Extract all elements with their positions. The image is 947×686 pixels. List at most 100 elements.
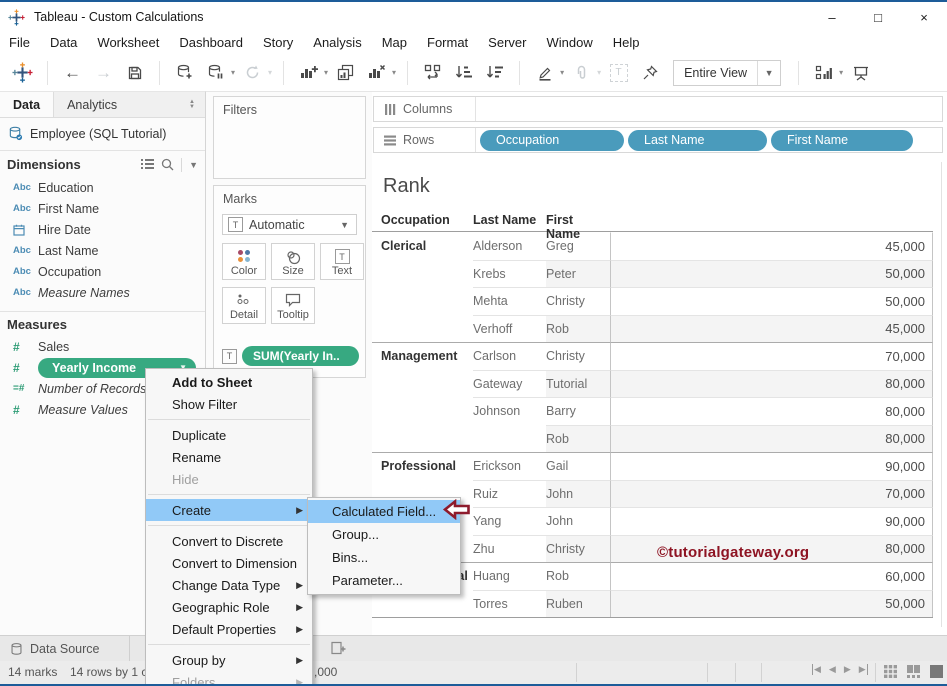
view-as-list-icon[interactable] xyxy=(141,159,154,170)
value-cell[interactable]: 50,000 xyxy=(610,287,933,315)
context-menu-item-default-properties[interactable]: Default Properties▶ xyxy=(146,618,312,640)
menu-format[interactable]: Format xyxy=(417,35,478,50)
previous-page-icon[interactable]: ◀ xyxy=(829,664,836,675)
menu-analysis[interactable]: Analysis xyxy=(303,35,371,50)
pill-last-name[interactable]: Last Name xyxy=(628,130,767,151)
context-menu-item-create[interactable]: Create▶ xyxy=(146,499,312,521)
size-button[interactable]: Size xyxy=(271,243,315,280)
first-page-icon[interactable]: ◀ xyxy=(812,664,821,675)
run-updates-dropdown-icon[interactable]: ▾ xyxy=(268,68,272,77)
show-me-icon[interactable] xyxy=(811,59,836,87)
pane-menu-icon[interactable]: ▼ xyxy=(189,160,198,170)
minimize-button[interactable]: – xyxy=(809,2,855,32)
sort-descending-icon[interactable] xyxy=(482,59,507,87)
swap-panes-icon[interactable]: ▲▼ xyxy=(189,92,205,117)
value-cell[interactable]: 45,000 xyxy=(610,232,933,260)
context-menu-item-convert-to-dimension[interactable]: Convert to Dimension xyxy=(146,552,312,574)
undo-icon[interactable]: ← xyxy=(60,59,85,87)
field-measure-names[interactable]: AbcMeasure Names xyxy=(0,282,205,303)
field-sales[interactable]: #Sales xyxy=(0,336,205,357)
find-field-icon[interactable] xyxy=(161,158,174,171)
field-first-name[interactable]: AbcFirst Name xyxy=(0,198,205,219)
show-mark-labels-icon[interactable]: T xyxy=(606,59,631,87)
data-source-tab[interactable]: Data Source xyxy=(0,636,130,661)
show-filmstrip-icon[interactable] xyxy=(907,665,920,678)
menu-file[interactable]: File xyxy=(0,35,40,50)
highlight-icon[interactable] xyxy=(532,59,557,87)
maximize-button[interactable]: □ xyxy=(855,2,901,32)
encoding-pill[interactable]: SUM(Yearly In.. xyxy=(242,346,359,366)
fit-selector[interactable]: Entire View ▼ xyxy=(673,60,781,86)
context-menu-item-hide[interactable]: Hide xyxy=(146,468,312,490)
clear-sheet-dropdown-icon[interactable]: ▾ xyxy=(392,68,396,77)
tooltip-button[interactable]: Tooltip xyxy=(271,287,315,324)
value-cell[interactable]: 90,000 xyxy=(610,452,933,480)
columns-shelf[interactable]: Columns xyxy=(373,96,943,122)
value-cell[interactable]: 80,000 xyxy=(610,397,933,425)
field-education[interactable]: AbcEducation xyxy=(0,177,205,198)
context-menu-item-convert-to-discrete[interactable]: Convert to Discrete xyxy=(146,530,312,552)
next-page-icon[interactable]: ▶ xyxy=(844,664,851,675)
pause-auto-updates-icon[interactable] xyxy=(203,59,228,87)
fit-selector-caret-icon[interactable]: ▼ xyxy=(757,61,780,85)
last-page-icon[interactable]: ▶ xyxy=(859,664,868,675)
fix-axes-icon[interactable] xyxy=(637,59,662,87)
context-menu-item-change-data-type[interactable]: Change Data Type▶ xyxy=(146,574,312,596)
tableau-logo-icon[interactable] xyxy=(10,59,35,87)
new-worksheet-tab-icon[interactable] xyxy=(330,640,347,656)
value-cell[interactable]: 90,000 xyxy=(610,507,933,535)
rows-shelf[interactable]: Rows OccupationLast NameFirst Name xyxy=(373,127,943,153)
value-cell[interactable]: 70,000 xyxy=(610,480,933,508)
menu-dashboard[interactable]: Dashboard xyxy=(169,35,253,50)
menu-worksheet[interactable]: Worksheet xyxy=(87,35,169,50)
sort-ascending-icon[interactable] xyxy=(451,59,476,87)
submenu-item-group[interactable]: Group... xyxy=(308,523,460,546)
show-cards-icon[interactable] xyxy=(884,665,897,678)
swap-rows-columns-icon[interactable] xyxy=(420,59,445,87)
value-cell[interactable]: 50,000 xyxy=(610,260,933,288)
context-menu-item-rename[interactable]: Rename xyxy=(146,446,312,468)
context-menu-item-group-by[interactable]: Group by▶ xyxy=(146,649,312,671)
datasource-item[interactable]: Employee (SQL Tutorial) xyxy=(0,122,205,145)
tab-analytics[interactable]: Analytics xyxy=(54,92,130,117)
context-menu-item-show-filter[interactable]: Show Filter xyxy=(146,393,312,415)
duplicate-sheet-icon[interactable] xyxy=(333,59,358,87)
new-worksheet-dropdown-icon[interactable]: ▾ xyxy=(324,68,328,77)
field-occupation[interactable]: AbcOccupation xyxy=(0,261,205,282)
presentation-mode-icon[interactable] xyxy=(848,59,873,87)
value-cell[interactable]: 80,000 xyxy=(610,370,933,398)
pill-occupation[interactable]: Occupation xyxy=(480,130,624,151)
submenu-item-parameter[interactable]: Parameter... xyxy=(308,569,460,592)
detail-button[interactable]: Detail xyxy=(222,287,266,324)
column-header-first-name[interactable]: First Name xyxy=(546,213,610,231)
group-members-icon[interactable] xyxy=(569,59,594,87)
value-cell[interactable]: 50,000 xyxy=(610,590,933,618)
submenu-item-bins[interactable]: Bins... xyxy=(308,546,460,569)
pill-first-name[interactable]: First Name xyxy=(771,130,913,151)
column-header-last-name[interactable]: Last Name xyxy=(473,213,546,231)
menu-help[interactable]: Help xyxy=(603,35,650,50)
new-data-source-icon[interactable] xyxy=(172,59,197,87)
highlight-dropdown-icon[interactable]: ▾ xyxy=(560,68,564,77)
save-icon[interactable] xyxy=(122,59,147,87)
field-last-name[interactable]: AbcLast Name xyxy=(0,240,205,261)
show-sheet-icon[interactable] xyxy=(930,665,943,678)
menu-story[interactable]: Story xyxy=(253,35,303,50)
submenu-item-calculated-field[interactable]: Calculated Field... xyxy=(308,500,460,523)
text-button[interactable]: TText xyxy=(320,243,364,280)
tab-data[interactable]: Data xyxy=(0,92,54,117)
clear-sheet-icon[interactable] xyxy=(364,59,389,87)
value-cell[interactable]: 60,000 xyxy=(610,562,933,590)
menu-server[interactable]: Server xyxy=(478,35,536,50)
filters-card[interactable]: Filters xyxy=(213,96,366,179)
show-me-dropdown-icon[interactable]: ▾ xyxy=(839,68,843,77)
context-menu-item-duplicate[interactable]: Duplicate xyxy=(146,424,312,446)
menu-map[interactable]: Map xyxy=(372,35,417,50)
sheet-title[interactable]: Rank xyxy=(383,175,430,198)
value-cell[interactable]: 70,000 xyxy=(610,342,933,370)
value-cell[interactable]: 80,000 xyxy=(610,425,933,453)
color-button[interactable]: Color xyxy=(222,243,266,280)
column-header-occupation[interactable]: Occupation xyxy=(372,213,473,231)
run-auto-updates-icon[interactable] xyxy=(240,59,265,87)
context-menu-item-geographic-role[interactable]: Geographic Role▶ xyxy=(146,596,312,618)
